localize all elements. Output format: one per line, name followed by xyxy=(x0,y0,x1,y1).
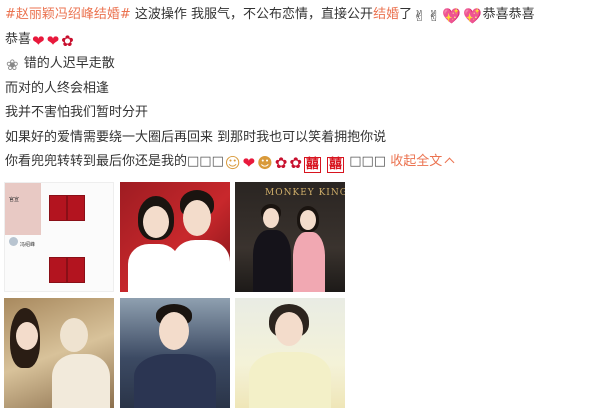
white-flower-icon: ❀ xyxy=(6,56,19,74)
post-line-1: #赵丽颖冯绍峰结婚# 这波操作 我服气，不公布恋情，直接公开结婚了✌ ✌ 💖 💖恭喜恭… xyxy=(5,3,595,28)
groom-face xyxy=(183,200,211,236)
rose-icon: ✿ xyxy=(274,154,288,172)
actor-face xyxy=(60,318,88,352)
post-text: 了 xyxy=(399,7,413,22)
post-text: 我并不害怕我们暂时分开 xyxy=(5,105,149,120)
missing-glyph-boxes: □□□ xyxy=(187,154,224,169)
mini-post-bottom: 冯绍峰 xyxy=(9,231,110,250)
keyword-link[interactable]: 结婚 xyxy=(373,7,399,22)
poster-title: MONKEY KING xyxy=(265,188,345,198)
kiss-icon: ☺ xyxy=(224,154,241,172)
woman-face xyxy=(300,210,316,230)
heart-icon: ❤ xyxy=(242,154,256,172)
heart-icon: ❤ xyxy=(32,31,45,50)
chevron-up-icon xyxy=(444,157,455,168)
groom-shirt xyxy=(172,240,230,292)
gesture-icon: ✌ xyxy=(413,7,426,25)
double-happiness-icon: 囍 xyxy=(303,157,321,173)
bride-face xyxy=(143,206,169,238)
image-thumbnail-1[interactable]: 官宣 冯绍峰 xyxy=(4,182,114,292)
collapse-full-text-link[interactable]: 收起全文 xyxy=(390,154,455,169)
post-text: 错的人迟早走散 xyxy=(19,56,115,71)
sparkling-heart-icon: 💖 xyxy=(462,7,482,25)
actor-robe xyxy=(134,354,216,408)
image-thumbnail-2[interactable] xyxy=(120,182,230,292)
post-text: 恭喜恭喜 xyxy=(482,7,535,22)
post-text: 而对的人终会相逢 xyxy=(5,80,110,96)
post-text: 如果好的爱情需要绕一大圈后再回来 到那时我也可以笑着拥抱你说 xyxy=(5,129,387,145)
double-happiness-icon: 囍 xyxy=(327,157,345,173)
image-thumbnail-6[interactable] xyxy=(235,298,345,408)
actress-face xyxy=(275,312,303,346)
avatar xyxy=(9,237,18,246)
missing-glyph-boxes: □□□ xyxy=(345,154,387,169)
post-line-6: 如果好的爱情需要绕一大圈后再回来 到那时我也可以笑着拥抱你说 xyxy=(5,126,595,151)
actor-robe xyxy=(52,354,110,408)
sparkling-heart-icon: 💖 xyxy=(442,7,461,25)
heart-icon: ❤ xyxy=(46,31,60,50)
marriage-certificate-mini xyxy=(67,195,85,221)
kiss-icon: ☻ xyxy=(257,154,273,172)
image-thumbnail-3[interactable]: MONKEY KING xyxy=(235,182,345,292)
post-line-4: 而对的人终会相逢 xyxy=(5,77,595,102)
post-text: 这波操作 我服气，不公布恋情，直接公开 xyxy=(130,7,374,22)
image-thumbnail-5[interactable] xyxy=(120,298,230,408)
woman-dress xyxy=(293,232,325,292)
topic-hashtag-link[interactable]: #赵丽颖冯绍峰结婚# xyxy=(5,7,131,22)
gesture-icon: ✌ xyxy=(427,7,441,25)
mini-post-name: 冯绍峰 xyxy=(20,242,36,248)
post-line-5: 我并不害怕我们暂时分开 xyxy=(5,101,595,126)
mini-post-name: 官宣 xyxy=(9,197,20,203)
post-text: 你看兜兜转转到最后你还是我的 xyxy=(5,154,188,169)
collapse-label: 收起全文 xyxy=(390,154,443,169)
man-face xyxy=(263,208,279,228)
rose-icon: ✿ xyxy=(289,154,302,172)
weibo-post-body: #赵丽颖冯绍峰结婚# 这波操作 我服气，不公布恋情，直接公开结婚了✌ ✌ 💖 💖恭喜恭… xyxy=(5,3,595,175)
marriage-certificate-mini xyxy=(49,195,67,221)
marriage-certificate-mini xyxy=(49,257,67,283)
post-line-3: ❀ 错的人迟早走散 xyxy=(5,52,595,77)
post-line-7: 你看兜兜转转到最后你还是我的□□□☺ ❤ ☻ ✿ ✿ 囍 囍 □□□ 收起全文 xyxy=(5,150,595,175)
image-thumbnail-4[interactable] xyxy=(4,298,114,408)
actor-face xyxy=(159,312,189,350)
actress-face xyxy=(16,322,38,350)
actress-dress xyxy=(249,352,331,408)
post-line-2: 恭喜❤ ❤ ✿ xyxy=(5,28,595,53)
rose-icon: ✿ xyxy=(61,31,74,50)
marriage-certificate-mini xyxy=(67,257,85,283)
post-text: 恭喜 xyxy=(5,31,32,47)
image-grid: 官宣 冯绍峰 MONKEY KING xyxy=(4,182,346,412)
man-suit xyxy=(253,230,291,292)
